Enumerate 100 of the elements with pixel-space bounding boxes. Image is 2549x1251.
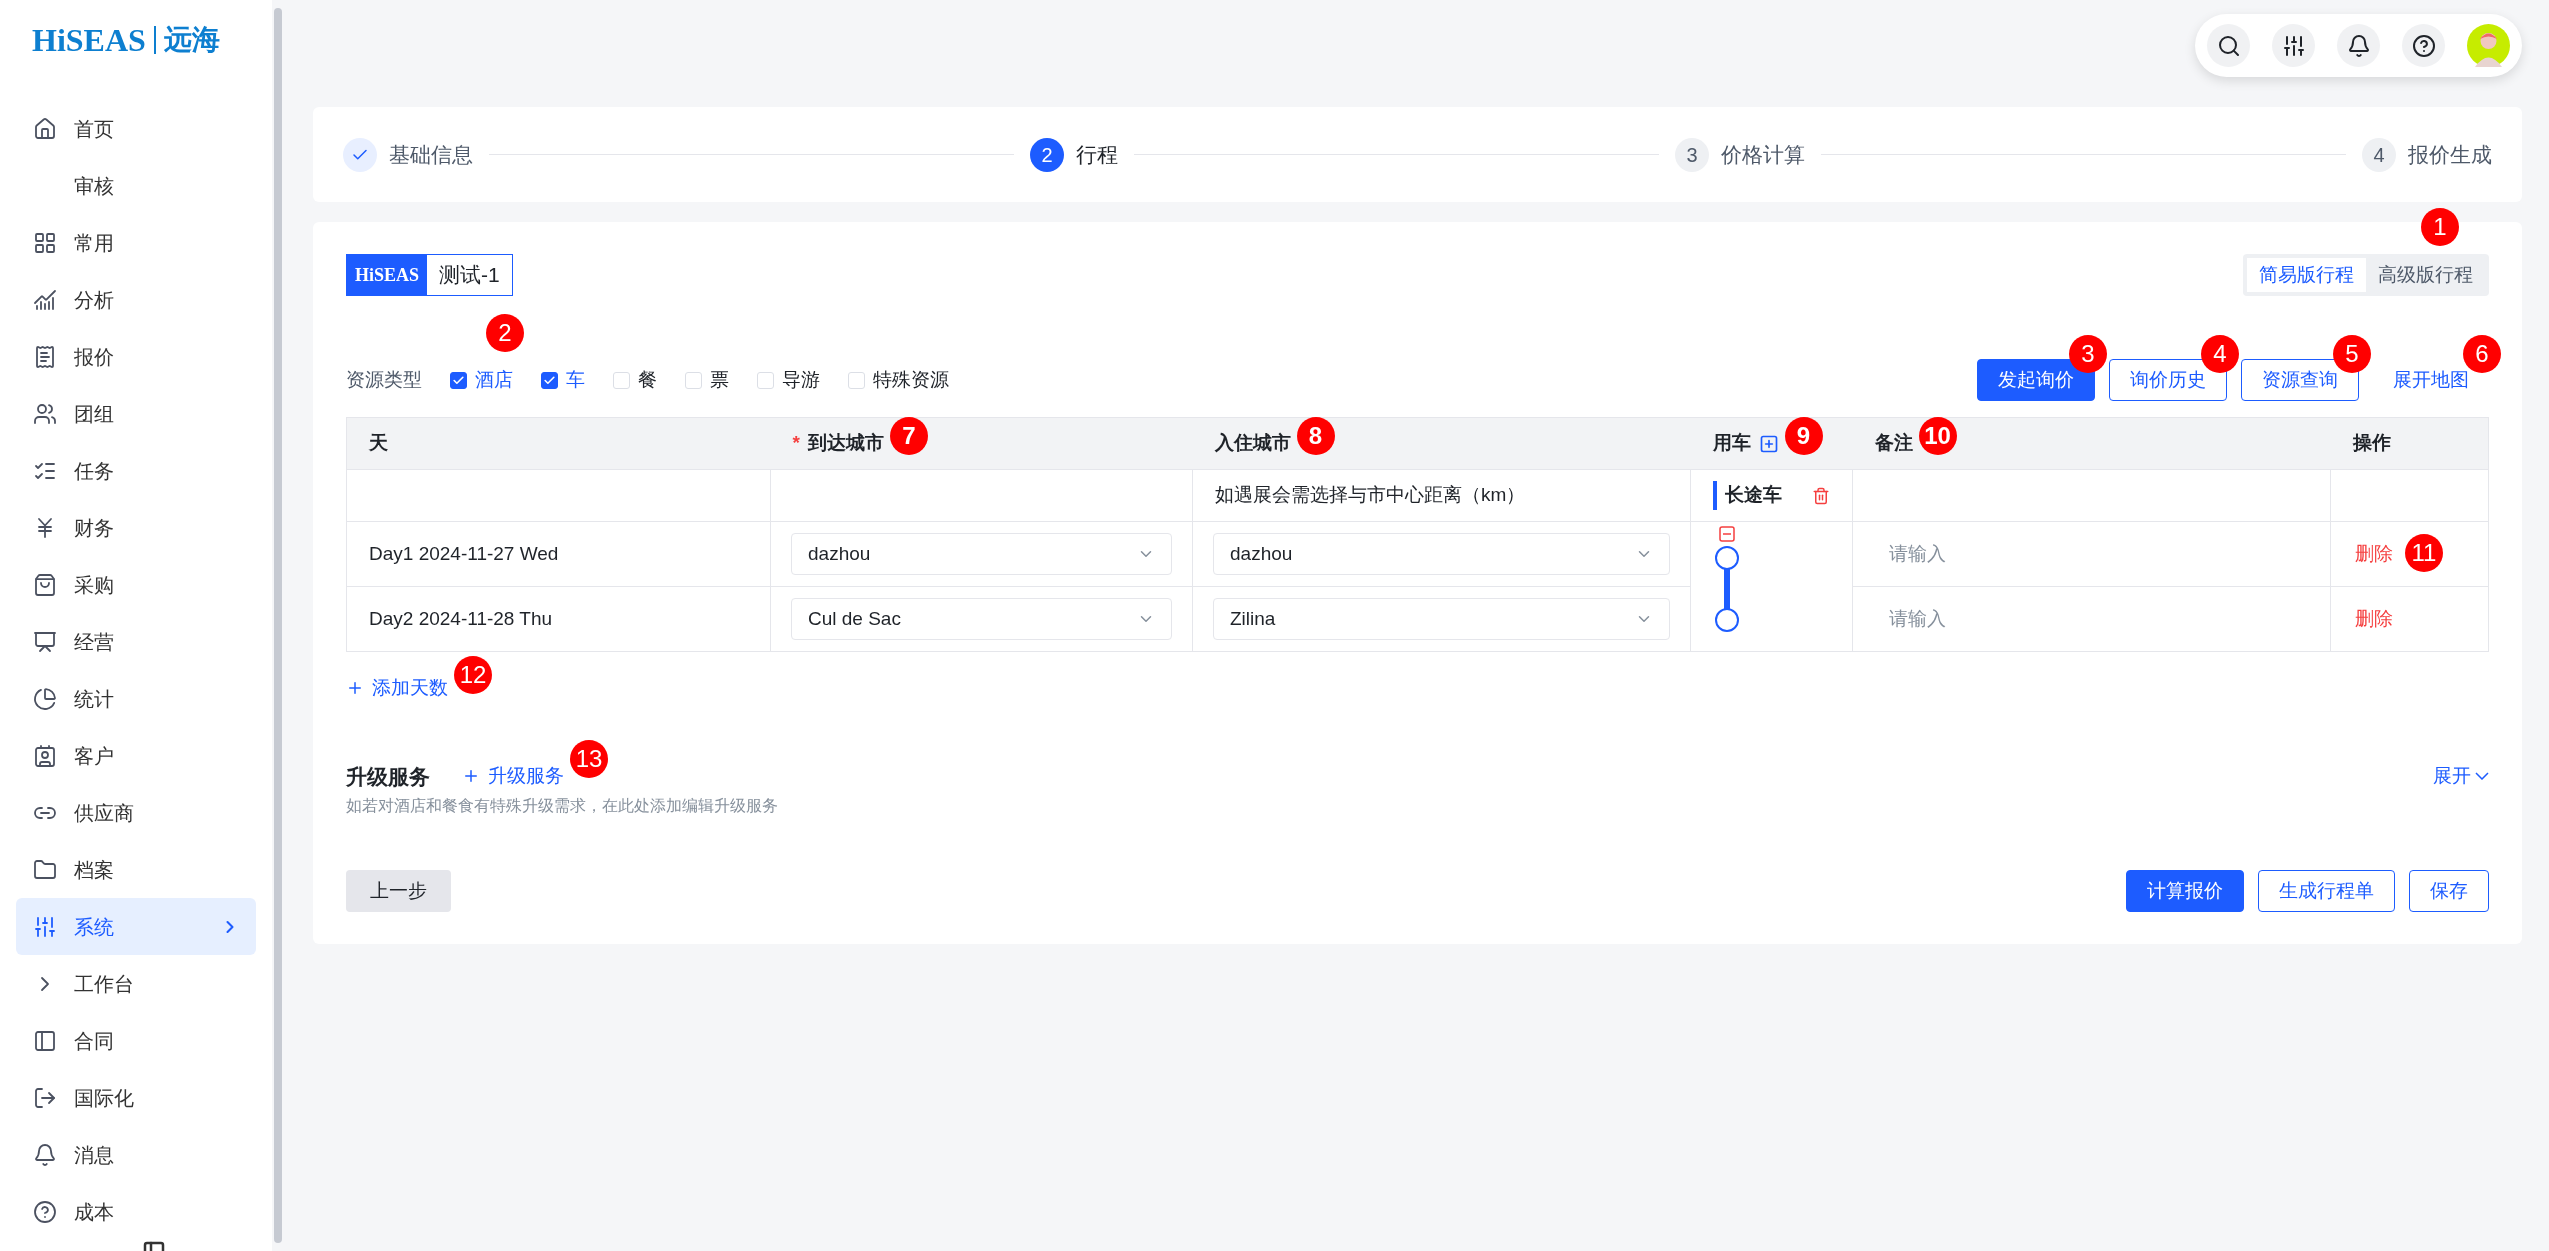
sidebar-item[interactable]: 首页 (16, 100, 256, 157)
settings-button[interactable] (2272, 24, 2315, 67)
checkbox[interactable] (450, 371, 467, 389)
checkbox-label: 特殊资源 (873, 367, 949, 392)
sidebar-item[interactable]: 工作台 (16, 955, 256, 1012)
checkbox-label: 酒店 (475, 367, 513, 392)
check-icon (452, 373, 465, 387)
help-icon (2411, 33, 2436, 58)
bell-icon (33, 1142, 57, 1167)
city-select[interactable]: dazhou (791, 533, 1172, 575)
search-button[interactable] (2207, 24, 2250, 67)
note-field[interactable]: 请输入 (1873, 598, 2310, 640)
sliders-icon (33, 914, 57, 939)
annotation-marker: 7 (889, 417, 928, 456)
action-button[interactable]: 保存 (2409, 870, 2489, 912)
action-button[interactable]: 生成行程单 (2258, 870, 2395, 912)
section-title: 升级服务 (346, 763, 430, 790)
help-button[interactable] (2402, 24, 2445, 67)
sidebar-item[interactable]: 报价 (16, 328, 256, 385)
view-tab[interactable]: 简易版行程 (2247, 258, 2366, 292)
sidebar-item[interactable]: 财务 (16, 499, 256, 556)
add-upgrade-button[interactable]: 升级服务 (462, 762, 564, 791)
sidebar-item[interactable]: 采购 (16, 556, 256, 613)
sidebar-item[interactable]: 消息 (16, 1126, 256, 1183)
contact-card-icon (33, 743, 57, 768)
annotation-marker: 13 (570, 740, 608, 778)
receipt-icon (33, 344, 57, 369)
sidebar-item[interactable]: 团组 (16, 385, 256, 442)
app-logo: HiSEAS 远海 (32, 21, 221, 60)
delete-link[interactable]: 删除 (2355, 539, 2393, 569)
view-tab[interactable]: 高级版行程 (2366, 258, 2485, 292)
step-number: 3 (1675, 137, 1709, 172)
check-icon (543, 373, 556, 387)
column-header: 用车 9 (1690, 417, 1853, 470)
step-label: 报价生成 (2408, 141, 2492, 168)
checkbox-label: 车 (566, 367, 585, 392)
annotation-marker: 12 (454, 656, 492, 694)
chart-icon (33, 287, 57, 312)
expand-link[interactable]: 展开 (2433, 762, 2489, 791)
checkbox-label: 导游 (782, 367, 820, 392)
sliders-icon (2281, 33, 2306, 58)
city-select[interactable]: Zilina (1213, 598, 1670, 640)
annotation-marker: 1 (2421, 208, 2459, 246)
column-header: 入住城市 8 (1192, 417, 1691, 470)
annotation-marker: 3 (2069, 335, 2107, 373)
sidebar-item[interactable]: 合同 (16, 1012, 256, 1069)
grid-icon (33, 230, 57, 255)
back-button[interactable]: 上一步 (346, 870, 451, 912)
day-cell: Day1 2024-11-27 Wed (346, 521, 771, 587)
column-header: 天 (346, 417, 771, 470)
checkbox[interactable] (541, 371, 558, 389)
annotation-marker: 2 (486, 313, 524, 352)
action-button[interactable]: 计算报价 (2126, 870, 2244, 912)
sidebar-item[interactable]: 审核 (16, 157, 256, 214)
brand-logo: HiSEAS (347, 255, 428, 295)
sidebar-item[interactable]: 供应商 (16, 784, 256, 841)
pie-chart-icon (33, 686, 57, 711)
distance-hint: 如遇展会需选择与市中心距离（km） (1192, 469, 1691, 522)
panel-icon (33, 1028, 57, 1053)
sidebar-item[interactable]: 成本 (16, 1183, 256, 1240)
add-vehicle-icon[interactable] (1758, 433, 1779, 454)
annotation-marker: 4 (2201, 335, 2239, 373)
help-icon (33, 1199, 57, 1224)
users-icon (33, 401, 57, 426)
trash-icon[interactable] (1812, 486, 1830, 505)
house-icon (33, 116, 57, 141)
day-cell: Day2 2024-11-28 Thu (346, 586, 771, 652)
bag-icon (33, 572, 57, 597)
folder-icon (33, 857, 57, 882)
annotation-marker: 11 (2405, 533, 2443, 572)
section-hint: 如若对酒店和餐食有特殊升级需求，在此处添加编辑升级服务 (346, 796, 779, 816)
city-select[interactable]: Cul de Sac (791, 598, 1172, 640)
logout-icon (33, 1085, 57, 1110)
notification-button[interactable] (2337, 24, 2380, 67)
sidebar-item[interactable]: 国际化 (16, 1069, 256, 1126)
step-label: 基础信息 (389, 141, 473, 168)
column-header: * 到达城市 7 (770, 417, 1193, 470)
note-field[interactable]: 请输入 (1873, 533, 2310, 575)
sidebar-item[interactable]: 常用 (16, 214, 256, 271)
chevron-down-icon (2475, 772, 2489, 781)
sidebar-item[interactable]: 客户 (16, 727, 256, 784)
checkbox-label: 票 (710, 367, 729, 392)
required-mark: * (792, 431, 800, 456)
tour-name: 测试-1 (438, 262, 501, 289)
annotation-marker: 9 (1784, 417, 1823, 456)
step-number: 4 (2362, 137, 2396, 172)
sidebar-item[interactable]: 分析 (16, 271, 256, 328)
add-day-button[interactable]: 添加天数 (346, 674, 448, 703)
annotation-marker: 10 (1918, 417, 1957, 456)
resource-type-label: 资源类型 (346, 367, 422, 392)
sidebar-item[interactable]: 任务 (16, 442, 256, 499)
column-header: 备注 10 (1852, 417, 2331, 470)
step-number: 2 (1030, 137, 1064, 172)
sidebar-item[interactable]: 系统 (16, 898, 256, 955)
delete-link[interactable]: 删除 (2355, 604, 2393, 634)
sidebar-item[interactable]: 经营 (16, 613, 256, 670)
step-label: 行程 (1076, 141, 1118, 168)
sidebar-item[interactable]: 统计 (16, 670, 256, 727)
city-select[interactable]: dazhou (1213, 533, 1670, 575)
sidebar-item[interactable]: 档案 (16, 841, 256, 898)
